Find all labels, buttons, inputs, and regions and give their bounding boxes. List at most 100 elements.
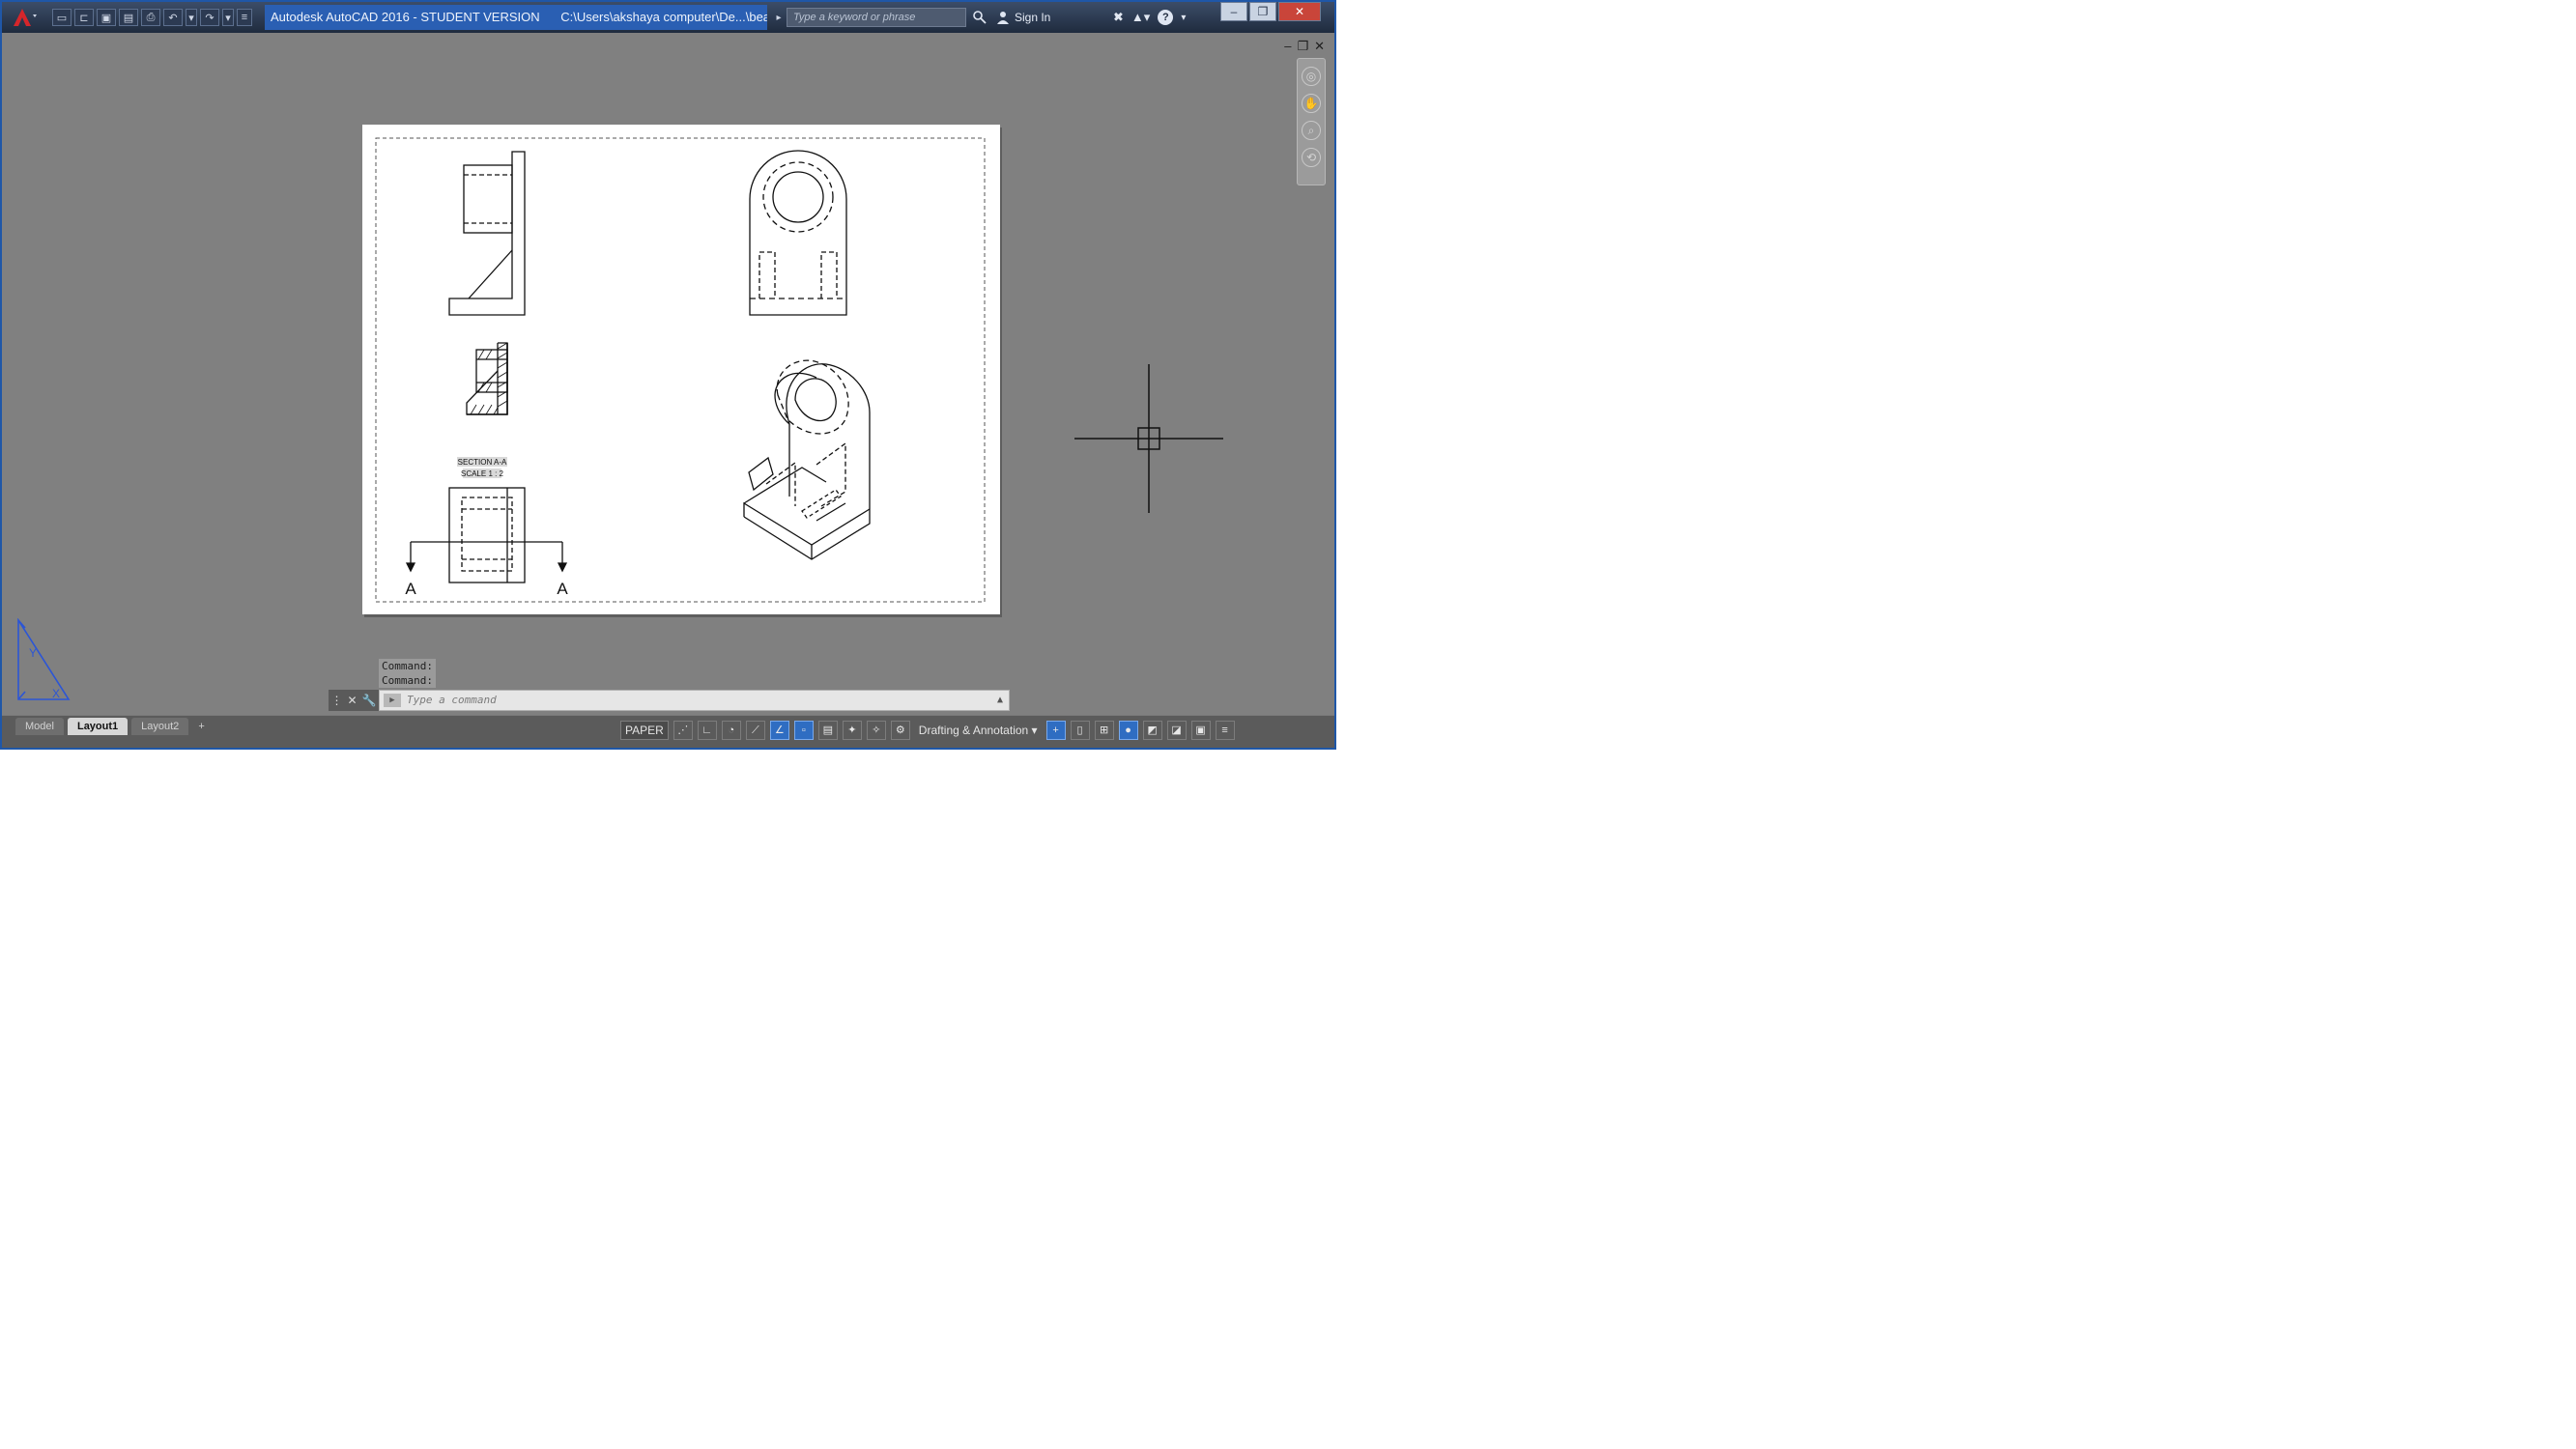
crosshair-cursor-icon [1074, 364, 1223, 513]
save-as-icon[interactable]: ▤ [119, 9, 138, 26]
redo-dropdown-icon[interactable]: ▾ [222, 9, 234, 26]
workspace-switcher[interactable]: Drafting & Annotation ▾ [915, 721, 1042, 740]
search-expand-icon[interactable]: ▸ [773, 6, 785, 29]
add-layout-button[interactable]: + [192, 718, 210, 735]
close-button[interactable]: ✕ [1278, 2, 1321, 21]
drawing-window-controls: – ❐ ✕ [1284, 39, 1325, 54]
cut-label-right: A [557, 580, 568, 598]
user-icon [997, 12, 1009, 24]
status-tools: PAPER ⋰ ∟ ◔ ⟋ ∠ ▫ ▤ ✦ ✧ ⚙ Drafting & Ann… [620, 721, 1235, 740]
isolate-objects-icon[interactable]: ◩ [1142, 721, 1162, 740]
autocad-logo-icon [14, 9, 37, 26]
object-snap-tracking-icon[interactable]: ∠ [769, 721, 789, 740]
help-dropdown-icon[interactable]: ▾ [1181, 13, 1186, 23]
quick-properties-icon[interactable]: ⊞ [1094, 721, 1114, 740]
hardware-acceleration-icon[interactable]: ◪ [1166, 721, 1187, 740]
search-icon[interactable] [968, 6, 991, 29]
drawing-close-icon[interactable]: ✕ [1314, 39, 1325, 54]
section-scale: SCALE 1 : 2 [461, 469, 504, 478]
tab-layout1[interactable]: Layout1 [67, 718, 129, 735]
drawing-minimize-icon[interactable]: – [1284, 39, 1291, 54]
layout-tabs: Model Layout1 Layout2 + [15, 718, 211, 735]
annotation-visibility-icon[interactable]: ✧ [866, 721, 886, 740]
app-title: Autodesk AutoCAD 2016 - STUDENT VERSION [271, 10, 540, 24]
orbit-icon[interactable]: ⟲ [1302, 148, 1321, 167]
command-line: ⋮ ✕ 🔧 ▶ Type a command ▲ [329, 690, 1010, 711]
command-history-line: Command: [379, 673, 436, 688]
minimize-button[interactable]: – [1220, 2, 1247, 21]
help-icon[interactable]: ? [1158, 10, 1174, 25]
file-path: C:\Users\akshaya computer\De...\bearing.… [560, 10, 767, 24]
plot-icon[interactable]: ⎙ [141, 9, 160, 26]
tab-model[interactable]: Model [15, 718, 64, 735]
command-line-grip-icon[interactable]: ⋮ [330, 694, 342, 707]
units-icon[interactable]: ▯ [1070, 721, 1090, 740]
autocad-window: ▭ ⊏ ▣ ▤ ⎙ ↶ ▾ ↷ ▾ ≡ Autodesk AutoCAD 201… [0, 0, 1336, 750]
command-placeholder: Type a command [407, 694, 497, 706]
isodraft-icon[interactable]: ⟋ [745, 721, 765, 740]
clean-screen-icon[interactable]: ▣ [1190, 721, 1211, 740]
open-file-icon[interactable]: ⊏ [74, 9, 94, 26]
section-view [466, 342, 508, 415]
exchange-apps-icon[interactable]: ✖ [1113, 10, 1124, 25]
drawing-restore-icon[interactable]: ❐ [1297, 39, 1308, 54]
printable-area-border [375, 137, 986, 603]
cut-label-left: A [405, 580, 416, 598]
customize-toolbar-icon[interactable]: ≡ [237, 9, 252, 26]
svg-text:X: X [52, 687, 60, 700]
pan-icon[interactable]: ✋ [1302, 94, 1321, 113]
help-toolbar: ✖ ▲▾ ? ▾ [1113, 6, 1186, 29]
front-view [749, 150, 847, 316]
ucs-triangle-icon: Y X [17, 618, 71, 700]
command-line-tools: ⋮ ✕ 🔧 [329, 690, 379, 711]
undo-dropdown-icon[interactable]: ▾ [186, 9, 197, 26]
undo-icon[interactable]: ↶ [163, 9, 183, 26]
command-history-toggle-icon[interactable]: ▲ [997, 691, 1003, 710]
svg-text:Y: Y [29, 646, 37, 660]
restore-button[interactable]: ❐ [1249, 2, 1276, 21]
customize-command-line-icon[interactable]: 🔧 [362, 694, 377, 707]
command-history: Command: Command: [379, 659, 436, 688]
sign-in-button[interactable]: Sign In ▾ [997, 8, 1119, 27]
recent-commands-icon[interactable]: ▶ [384, 694, 401, 707]
status-bar: Model Layout1 Layout2 + PAPER ⋰ ∟ ◔ ⟋ ∠ … [2, 715, 1334, 748]
drawing-sheet: SECTION A-A SCALE 1 : 2 A A [375, 137, 986, 603]
layout-paper-sheet[interactable]: SECTION A-A SCALE 1 : 2 A A [362, 125, 1000, 614]
workspace-gear-icon[interactable]: ⚙ [890, 721, 910, 740]
command-input[interactable]: ▶ Type a command ▲ [379, 690, 1010, 711]
polar-tracking-icon[interactable]: ◔ [721, 721, 741, 740]
window-title: Autodesk AutoCAD 2016 - STUDENT VERSION … [265, 5, 767, 30]
snap-icon[interactable]: ⋰ [673, 721, 693, 740]
lineweight-icon[interactable]: ▤ [817, 721, 838, 740]
status-customize-icon[interactable]: ≡ [1215, 721, 1235, 740]
annotation-monitor-icon[interactable]: + [1045, 721, 1066, 740]
command-history-line: Command: [379, 659, 436, 673]
annotation-scale-icon[interactable]: ✦ [842, 721, 862, 740]
side-view [448, 151, 526, 316]
new-file-icon[interactable]: ▭ [52, 9, 72, 26]
tab-layout2[interactable]: Layout2 [131, 718, 189, 735]
cut-arrow-right-icon [557, 562, 568, 573]
quick-access-toolbar: ▭ ⊏ ▣ ▤ ⎙ ↶ ▾ ↷ ▾ ≡ [52, 6, 252, 29]
application-menu-button[interactable] [8, 6, 41, 29]
a360-icon[interactable]: ▲▾ [1131, 10, 1150, 25]
lock-ui-icon[interactable]: ● [1118, 721, 1138, 740]
cut-arrow-left-icon [405, 562, 416, 573]
window-controls: – ❐ ✕ [1218, 2, 1321, 23]
isometric-view [743, 359, 871, 560]
workspace-name: Drafting & Annotation [918, 724, 1029, 737]
zoom-icon[interactable]: ⌕ [1302, 121, 1321, 140]
sign-in-label: Sign In [1015, 11, 1051, 24]
ortho-icon[interactable]: ∟ [697, 721, 717, 740]
paper-space-toggle[interactable]: PAPER [620, 721, 669, 740]
close-command-line-icon[interactable]: ✕ [347, 694, 357, 707]
save-icon[interactable]: ▣ [97, 9, 116, 26]
title-bar: ▭ ⊏ ▣ ▤ ⎙ ↶ ▾ ↷ ▾ ≡ Autodesk AutoCAD 201… [2, 2, 1334, 33]
navigation-bar: ◎ ✋ ⌕ ⟲ [1297, 58, 1326, 185]
section-title: SECTION A-A [458, 458, 507, 467]
help-search-input[interactable]: Type a keyword or phrase [787, 8, 966, 27]
object-snap-icon[interactable]: ▫ [793, 721, 814, 740]
steering-wheel-icon[interactable]: ◎ [1302, 67, 1321, 86]
top-view [405, 487, 568, 583]
redo-icon[interactable]: ↷ [200, 9, 219, 26]
